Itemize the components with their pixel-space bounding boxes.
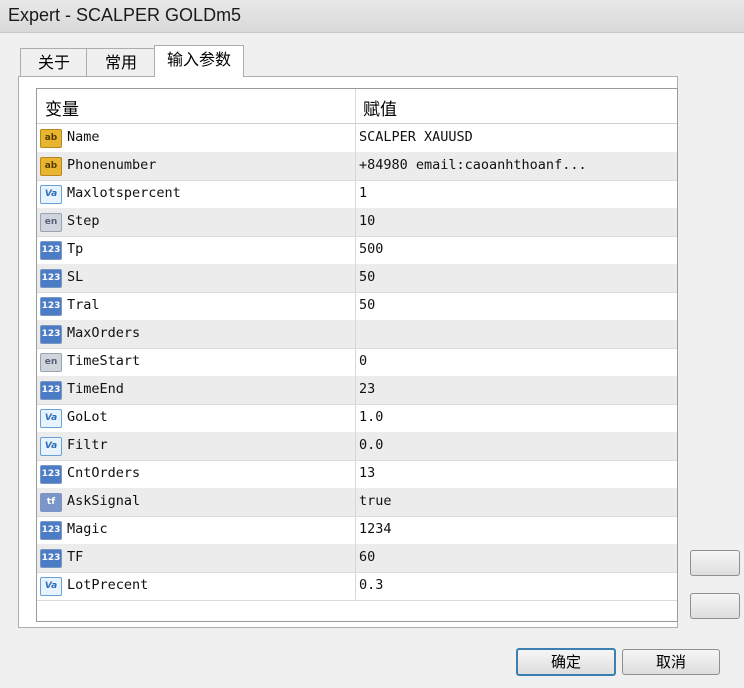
enum-type-icon: en: [40, 213, 62, 232]
column-divider: [355, 404, 356, 432]
table-row[interactable]: Va LotPrecent 0.3: [37, 572, 677, 601]
parameter-value[interactable]: 23: [359, 381, 671, 397]
integer-type-icon: 123: [40, 241, 62, 260]
string-type-icon: ab: [40, 129, 62, 148]
double-type-icon: Va: [40, 437, 62, 456]
table-row[interactable]: 123 Tral 50: [37, 292, 677, 321]
table-row[interactable]: ab Phonenumber +84980 email:caoanhthoanf..…: [37, 152, 677, 181]
parameter-value[interactable]: 0.3: [359, 577, 671, 593]
parameter-value[interactable]: 60: [359, 549, 671, 565]
tab-about[interactable]: 关于: [20, 48, 88, 77]
column-divider: [355, 152, 356, 180]
parameter-name: AskSignal: [67, 493, 141, 509]
tab-inputs[interactable]: 输入参数: [154, 45, 244, 77]
double-type-icon: Va: [40, 409, 62, 428]
side-button-2[interactable]: [690, 593, 740, 619]
integer-type-icon: 123: [40, 325, 62, 344]
bool-type-icon: tf: [40, 493, 62, 512]
parameter-value[interactable]: 1: [359, 185, 671, 201]
integer-type-icon: 123: [40, 297, 62, 316]
parameter-value[interactable]: 50: [359, 269, 671, 285]
column-divider: [355, 264, 356, 292]
window-title: Expert - SCALPER GOLDm5: [8, 5, 242, 25]
header-variable[interactable]: 变量: [45, 95, 79, 120]
column-divider: [355, 180, 356, 208]
table-row[interactable]: ab Name SCALPER XAUUSD: [37, 124, 677, 153]
integer-type-icon: 123: [40, 521, 62, 540]
parameter-value[interactable]: 500: [359, 241, 671, 257]
side-button-1[interactable]: [690, 550, 740, 576]
column-divider: [355, 348, 356, 376]
parameter-name: CntOrders: [67, 465, 141, 481]
parameter-value[interactable]: true: [359, 493, 671, 509]
parameter-name: Step: [67, 213, 100, 229]
parameter-value[interactable]: 1234: [359, 521, 671, 537]
integer-type-icon: 123: [40, 381, 62, 400]
parameter-value[interactable]: SCALPER XAUUSD: [359, 129, 671, 145]
ok-button[interactable]: 确定: [516, 648, 616, 676]
tab-common[interactable]: 常用: [86, 48, 156, 77]
parameter-name: TimeStart: [67, 353, 141, 369]
header-divider[interactable]: [355, 89, 356, 123]
column-divider: [355, 236, 356, 264]
table-row[interactable]: 123 SL 50: [37, 264, 677, 293]
parameter-name: TimeEnd: [67, 381, 124, 397]
table-row[interactable]: tf AskSignal true: [37, 488, 677, 517]
column-divider: [355, 544, 356, 572]
parameter-name: Name: [67, 129, 100, 145]
parameter-name: Tral: [67, 297, 100, 313]
column-divider: [355, 208, 356, 236]
parameter-value[interactable]: +84980 email:caoanhthoanf...: [359, 157, 671, 173]
grid-header: 变量 赋值: [37, 89, 677, 124]
string-type-icon: ab: [40, 157, 62, 176]
table-row[interactable]: Va Maxlotspercent 1: [37, 180, 677, 209]
parameter-name: Phonenumber: [67, 157, 157, 173]
parameter-value[interactable]: 0: [359, 353, 671, 369]
column-divider: [355, 292, 356, 320]
table-row[interactable]: en Step 10: [37, 208, 677, 237]
table-row[interactable]: Va GoLot 1.0: [37, 404, 677, 433]
parameter-value[interactable]: 0.0: [359, 437, 671, 453]
parameter-name: TF: [67, 549, 84, 565]
column-divider: [355, 460, 356, 488]
parameter-value[interactable]: 13: [359, 465, 671, 481]
parameter-name: GoLot: [67, 409, 108, 425]
parameter-name: MaxOrders: [67, 325, 141, 341]
parameter-name: SL: [67, 269, 84, 285]
column-divider: [355, 572, 356, 600]
parameter-name: Tp: [67, 241, 84, 257]
column-divider: [355, 516, 356, 544]
integer-type-icon: 123: [40, 465, 62, 484]
integer-type-icon: 123: [40, 269, 62, 288]
column-divider: [355, 488, 356, 516]
table-row[interactable]: 123 TimeEnd 23: [37, 376, 677, 405]
title-bar: Expert - SCALPER GOLDm5: [0, 0, 744, 33]
parameter-value[interactable]: 10: [359, 213, 671, 229]
parameter-value[interactable]: 50: [359, 297, 671, 313]
table-row[interactable]: en TimeStart 0: [37, 348, 677, 377]
column-divider: [355, 376, 356, 404]
cancel-button[interactable]: 取消: [622, 649, 720, 675]
parameter-name: LotPrecent: [67, 577, 149, 593]
column-divider: [355, 320, 356, 348]
enum-type-icon: en: [40, 353, 62, 372]
integer-type-icon: 123: [40, 549, 62, 568]
table-row[interactable]: 123 TF 60: [37, 544, 677, 573]
table-row[interactable]: Va Filtr 0.0: [37, 432, 677, 461]
table-row[interactable]: 123 Tp 500: [37, 236, 677, 265]
parameter-value[interactable]: 1.0: [359, 409, 671, 425]
parameter-name: Filtr: [67, 437, 108, 453]
header-value[interactable]: 赋值: [363, 95, 397, 120]
column-divider: [355, 124, 356, 152]
parameter-name: Magic: [67, 521, 108, 537]
parameters-grid: 变量 赋值 ab Name SCALPER XAUUSD ab Phonenumber +…: [36, 88, 678, 622]
double-type-icon: Va: [40, 577, 62, 596]
parameter-name: Maxlotspercent: [67, 185, 181, 201]
double-type-icon: Va: [40, 185, 62, 204]
column-divider: [355, 432, 356, 460]
table-row[interactable]: 123 MaxOrders: [37, 320, 677, 349]
table-row[interactable]: 123 Magic 1234: [37, 516, 677, 545]
table-row[interactable]: 123 CntOrders 13: [37, 460, 677, 489]
